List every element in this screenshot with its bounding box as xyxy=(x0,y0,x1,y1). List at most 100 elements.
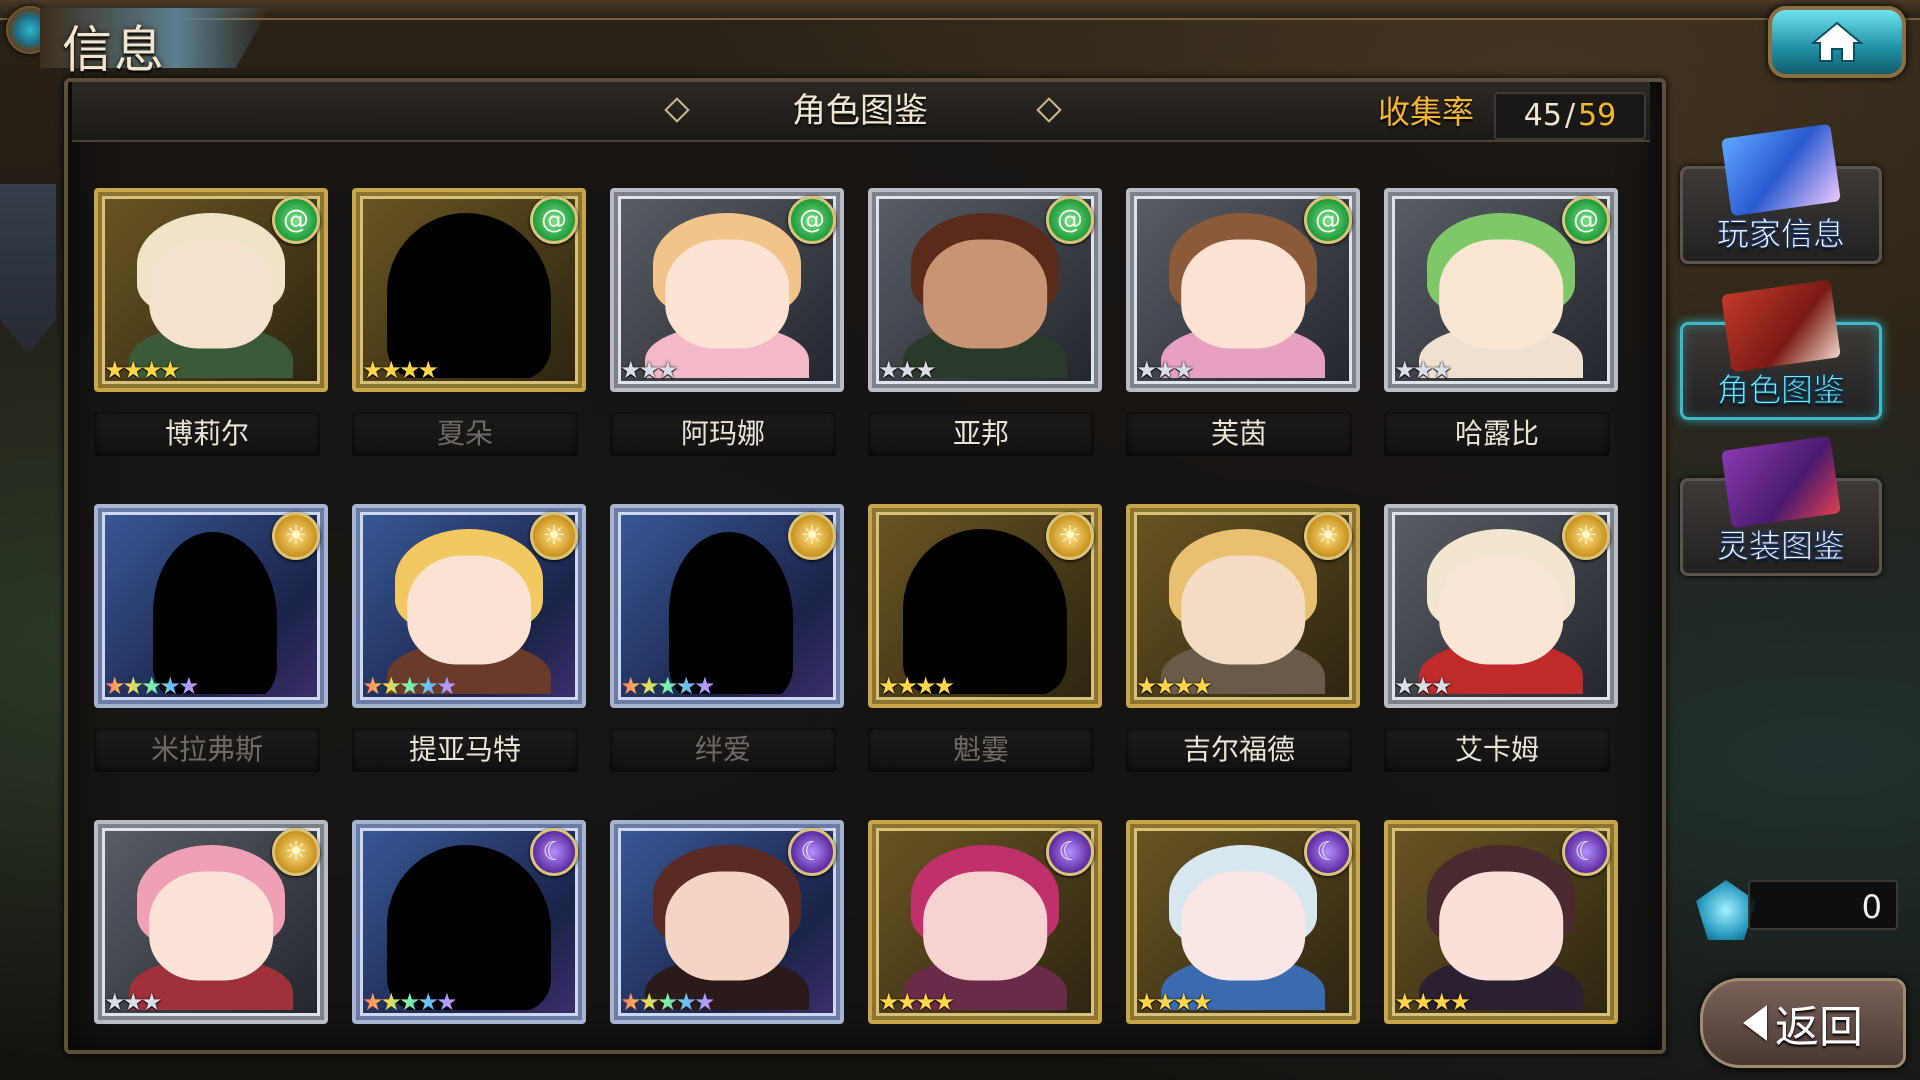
character-card[interactable]: ☀ ★★★★ xyxy=(1126,504,1360,708)
wind-element-icon: @ xyxy=(272,196,320,244)
equipment-book-icon xyxy=(1721,435,1841,529)
character-card[interactable]: ☀ ★★★ xyxy=(94,820,328,1024)
character-card[interactable]: ☀ ★★★★★ xyxy=(352,504,586,708)
star-rating: ★★★ xyxy=(878,356,937,384)
moon-element-icon: ☾ xyxy=(1562,828,1610,876)
character-card[interactable]: ☀ ★★★ xyxy=(1384,504,1618,708)
screen-title: 信息 xyxy=(62,21,166,79)
character-card[interactable]: @ ★★★ xyxy=(1126,188,1360,392)
character-codex-button[interactable]: 角色图鉴 xyxy=(1680,279,1882,420)
locked-silhouette xyxy=(669,532,793,694)
star-rating: ★★★★ xyxy=(878,988,955,1016)
character-name: 艾卡姆 xyxy=(1384,728,1610,772)
portrait-face xyxy=(149,870,273,981)
star-rating: ★★★★ xyxy=(1136,672,1213,700)
locked-silhouette xyxy=(153,532,277,694)
portrait-face xyxy=(923,870,1047,981)
equipment-codex-label: 灵装图鉴 xyxy=(1716,527,1845,566)
character-name: 吉尔福德 xyxy=(1126,728,1352,772)
character-card[interactable]: @ ★★★ xyxy=(610,188,844,392)
locked-silhouette xyxy=(386,212,552,378)
panel-title: 角色图鉴 xyxy=(792,91,928,131)
portrait-face xyxy=(1181,870,1305,981)
wind-element-icon: @ xyxy=(788,196,836,244)
star-rating: ★★★★ xyxy=(1136,988,1213,1016)
star-rating: ★★★ xyxy=(1394,672,1453,700)
portrait-face xyxy=(1439,238,1563,349)
character-card[interactable]: @ ★★★ xyxy=(868,188,1102,392)
star-rating: ★★★★★ xyxy=(620,988,716,1016)
sun-element-icon: ☀ xyxy=(1562,512,1610,560)
character-card[interactable]: ☾ ★★★★★ xyxy=(610,820,844,1024)
character-name: 阿玛娜 xyxy=(610,412,836,456)
collection-rate-label: 收集率 xyxy=(1378,93,1475,131)
star-rating: ★★★ xyxy=(1394,356,1453,384)
portrait-face xyxy=(665,870,789,981)
character-card[interactable]: ☀ ★★★★★ xyxy=(94,504,328,708)
character-name: 夏朵 xyxy=(352,412,578,456)
character-card[interactable]: @ ★★★★ xyxy=(352,188,586,392)
wind-element-icon: @ xyxy=(1046,196,1094,244)
wind-element-icon: @ xyxy=(1304,196,1352,244)
collection-separator: / xyxy=(1564,98,1576,133)
portrait-face xyxy=(1181,238,1305,349)
character-name: 博莉尔 xyxy=(94,412,320,456)
character-name: 米拉弗斯 xyxy=(94,728,320,772)
character-card[interactable]: ☀ ★★★★★ xyxy=(610,504,844,708)
star-rating: ★★★★ xyxy=(878,672,955,700)
star-rating: ★★★★★ xyxy=(620,672,716,700)
character-name: 绊爱 xyxy=(610,728,836,772)
portrait-face xyxy=(1439,870,1563,981)
wind-element-icon: @ xyxy=(530,196,578,244)
player-info-label: 玩家信息 xyxy=(1716,215,1845,254)
character-card[interactable]: ☾ ★★★★ xyxy=(1384,820,1618,1024)
sun-element-icon: ☀ xyxy=(530,512,578,560)
portrait-face xyxy=(407,554,531,665)
character-card[interactable]: @ ★★★ xyxy=(1384,188,1618,392)
home-button[interactable] xyxy=(1768,6,1906,78)
locked-silhouette xyxy=(386,844,552,1010)
back-arrow-icon xyxy=(1743,1005,1767,1041)
character-name: 哈露比 xyxy=(1384,412,1610,456)
back-button-label: 返回 xyxy=(1775,1002,1863,1053)
character-card[interactable]: ☀ ★★★★ xyxy=(868,504,1102,708)
sun-element-icon: ☀ xyxy=(272,512,320,560)
star-rating: ★★★ xyxy=(104,988,163,1016)
character-name: 芙茵 xyxy=(1126,412,1352,456)
character-card[interactable]: ☾ ★★★★ xyxy=(868,820,1102,1024)
sun-element-icon: ☀ xyxy=(272,828,320,876)
character-name: 亚邦 xyxy=(868,412,1094,456)
character-codex-label: 角色图鉴 xyxy=(1716,371,1845,410)
collection-total: 59 xyxy=(1578,98,1617,133)
left-banner-decoration xyxy=(0,184,56,354)
player-card-icon xyxy=(1721,123,1841,217)
portrait-face xyxy=(1439,554,1563,665)
character-card[interactable]: ☾ ★★★★★ xyxy=(352,820,586,1024)
star-rating: ★★★★ xyxy=(104,356,181,384)
character-card[interactable]: @ ★★★★ xyxy=(94,188,328,392)
player-info-button[interactable]: 玩家信息 xyxy=(1680,123,1882,264)
star-rating: ★★★★★ xyxy=(104,672,200,700)
character-name: 魁霎 xyxy=(868,728,1094,772)
character-card[interactable]: ☾ ★★★★ xyxy=(1126,820,1360,1024)
home-icon xyxy=(1811,21,1863,62)
sun-element-icon: ☀ xyxy=(1046,512,1094,560)
star-rating: ★★★★ xyxy=(1394,988,1471,1016)
character-book-icon xyxy=(1721,279,1841,373)
sun-element-icon: ☀ xyxy=(788,512,836,560)
moon-element-icon: ☾ xyxy=(530,828,578,876)
gem-counter: 0 xyxy=(1748,880,1898,930)
collection-rate-box: 45/59 xyxy=(1494,92,1646,140)
back-button[interactable]: 返回 xyxy=(1700,978,1906,1068)
portrait-face xyxy=(149,238,273,349)
portrait-face xyxy=(923,238,1047,349)
moon-element-icon: ☾ xyxy=(1046,828,1094,876)
star-rating: ★★★★ xyxy=(362,356,439,384)
star-rating: ★★★ xyxy=(1136,356,1195,384)
sun-element-icon: ☀ xyxy=(1304,512,1352,560)
locked-silhouette xyxy=(902,528,1068,694)
wind-element-icon: @ xyxy=(1562,196,1610,244)
equipment-codex-button[interactable]: 灵装图鉴 xyxy=(1680,435,1882,576)
moon-element-icon: ☾ xyxy=(788,828,836,876)
star-rating: ★★★ xyxy=(620,356,679,384)
